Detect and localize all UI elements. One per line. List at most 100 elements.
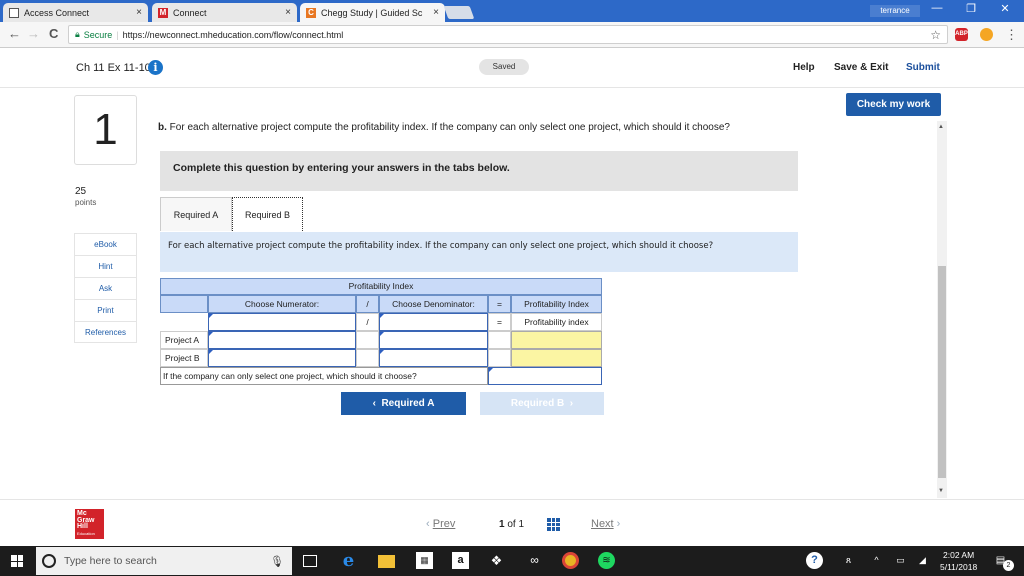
battery-icon[interactable]: ▭ [892, 552, 909, 569]
question-number: 1 [74, 95, 137, 165]
denominator-select[interactable] [379, 313, 488, 331]
tab-chegg[interactable]: C Chegg Study | Guided Sc × [300, 3, 445, 22]
bookmark-star-icon[interactable]: ☆ [930, 28, 941, 42]
new-tab-button[interactable] [443, 6, 475, 19]
back-icon[interactable]: ← [8, 26, 21, 41]
tab-access-connect[interactable]: Access Connect × [3, 3, 148, 22]
edge-icon[interactable]: e [340, 552, 357, 570]
page-indicator: 1 of 1 [499, 519, 524, 530]
tab-label: Chegg Study | Guided Sc [321, 7, 423, 18]
dropdown-marker-icon [489, 368, 493, 372]
question-side-nav: eBook Hint Ask Print References [74, 233, 137, 343]
logo-sub: Education [77, 530, 95, 536]
chegg-icon: C [306, 7, 316, 18]
close-icon[interactable]: ✕ [995, 2, 1015, 15]
wifi-icon[interactable]: ◢ [914, 552, 931, 569]
info-icon[interactable]: i [148, 60, 163, 75]
tray-chevron-icon[interactable]: ^ [868, 552, 885, 569]
header-equals: = [488, 295, 511, 313]
project-b-denominator-input[interactable] [379, 349, 488, 367]
ebook-link[interactable]: eBook [74, 233, 137, 255]
prev-page-link[interactable]: ‹ Prev [426, 518, 455, 530]
saved-status-badge: Saved [479, 59, 529, 75]
taskbar-search-input[interactable]: Type here to search 🎙︎ [36, 547, 292, 575]
spacer-cell [488, 331, 511, 349]
project-a-denominator-input[interactable] [379, 331, 488, 349]
current-page: 1 [499, 519, 505, 530]
instruction-banner: Complete this question by entering your … [160, 151, 798, 191]
secure-label: Secure [83, 29, 113, 40]
next-label: Next [591, 518, 614, 530]
tab-required-b[interactable]: Required B [232, 197, 303, 231]
menu-icon[interactable]: ⋮ [1005, 27, 1018, 43]
store-icon[interactable]: ▦ [416, 552, 433, 569]
url-bar[interactable]: 🔒︎ Secure | https://newconnect.mheducati… [68, 25, 948, 44]
windows-start-icon[interactable] [11, 555, 23, 567]
choose-project-select[interactable] [488, 367, 602, 385]
tab-close-button[interactable]: × [285, 7, 291, 18]
tab-required-a[interactable]: Required A [160, 197, 232, 231]
people-icon[interactable]: ጸ [840, 552, 857, 569]
url-text: https://newconnect.mheducation.com/flow/… [122, 29, 344, 40]
check-my-work-button[interactable]: Check my work [846, 93, 941, 116]
choose-project-label: If the company can only select one proje… [160, 367, 488, 385]
submit-link[interactable]: Submit [906, 62, 940, 73]
page-icon [9, 7, 19, 18]
project-a-numerator-input[interactable] [208, 331, 356, 349]
input-marker-icon [209, 332, 213, 336]
points-label: points [75, 198, 97, 207]
hint-link[interactable]: Hint [74, 255, 137, 277]
profile-button[interactable]: terrance [870, 5, 920, 17]
scrollbar-thumb[interactable] [938, 266, 946, 478]
help-icon[interactable]: ? [806, 552, 823, 569]
microphone-icon[interactable]: 🎙︎ [270, 555, 284, 568]
minimize-icon[interactable]: — [927, 2, 947, 14]
formula-divide: / [356, 313, 379, 331]
infinity-icon[interactable]: ∞ [526, 552, 543, 569]
project-b-numerator-input[interactable] [208, 349, 356, 367]
scroll-up-icon[interactable]: ▲ [938, 124, 944, 130]
reload-icon[interactable]: C [49, 26, 58, 41]
chevron-right-icon: › [613, 518, 621, 530]
header-result: Profitability Index [511, 295, 602, 313]
task-view-icon[interactable] [303, 555, 317, 567]
next-page-link[interactable]: Next › [591, 518, 620, 530]
notification-count-badge: 2 [1003, 560, 1014, 571]
clock-time: 2:02 AM [943, 550, 975, 560]
taskbar-clock[interactable]: 2:02 AM 5/11/2018 [940, 549, 977, 573]
print-link[interactable]: Print [74, 299, 137, 321]
tab-label: Access Connect [24, 7, 90, 18]
adblock-icon[interactable]: ABP [955, 28, 968, 41]
question-grid-icon[interactable] [547, 518, 560, 531]
forward-icon[interactable]: → [27, 26, 40, 41]
spacer-cell [356, 349, 379, 367]
lock-icon: 🔒︎ [75, 29, 80, 39]
prev-required-a-button[interactable]: ‹ Required A [341, 392, 466, 415]
chrome-icon[interactable] [562, 552, 579, 569]
header-denominator: Choose Denominator: [379, 295, 488, 313]
file-explorer-icon[interactable] [378, 555, 395, 568]
references-link[interactable]: References [74, 321, 137, 343]
save-exit-link[interactable]: Save & Exit [834, 62, 888, 73]
dropbox-icon[interactable]: ❖ [488, 552, 505, 569]
tab-close-button[interactable]: × [433, 7, 439, 18]
extension-icon[interactable] [980, 28, 993, 41]
amazon-icon[interactable]: a [452, 552, 469, 569]
tab-close-button[interactable]: × [136, 7, 142, 18]
button-label: Required A [381, 398, 435, 409]
tab-prompt: For each alternative project compute the… [160, 232, 798, 272]
spotify-icon[interactable]: ≋ [598, 552, 615, 569]
next-required-b-button[interactable]: Required B › [480, 392, 604, 415]
formula-equals: = [488, 313, 511, 331]
tab-connect[interactable]: M Connect × [152, 3, 297, 22]
button-label: Required B [510, 398, 565, 409]
project-a-index-output [511, 331, 602, 349]
profitability-index-table: Profitability Index Choose Numerator: / … [160, 278, 602, 385]
restore-icon[interactable]: ❐ [961, 2, 981, 15]
clock-date: 5/11/2018 [940, 562, 978, 572]
numerator-select[interactable] [208, 313, 356, 331]
ask-link[interactable]: Ask [74, 277, 137, 299]
dropdown-marker-icon [380, 314, 384, 318]
scroll-down-icon[interactable]: ▼ [938, 488, 944, 494]
help-link[interactable]: Help [793, 62, 815, 73]
